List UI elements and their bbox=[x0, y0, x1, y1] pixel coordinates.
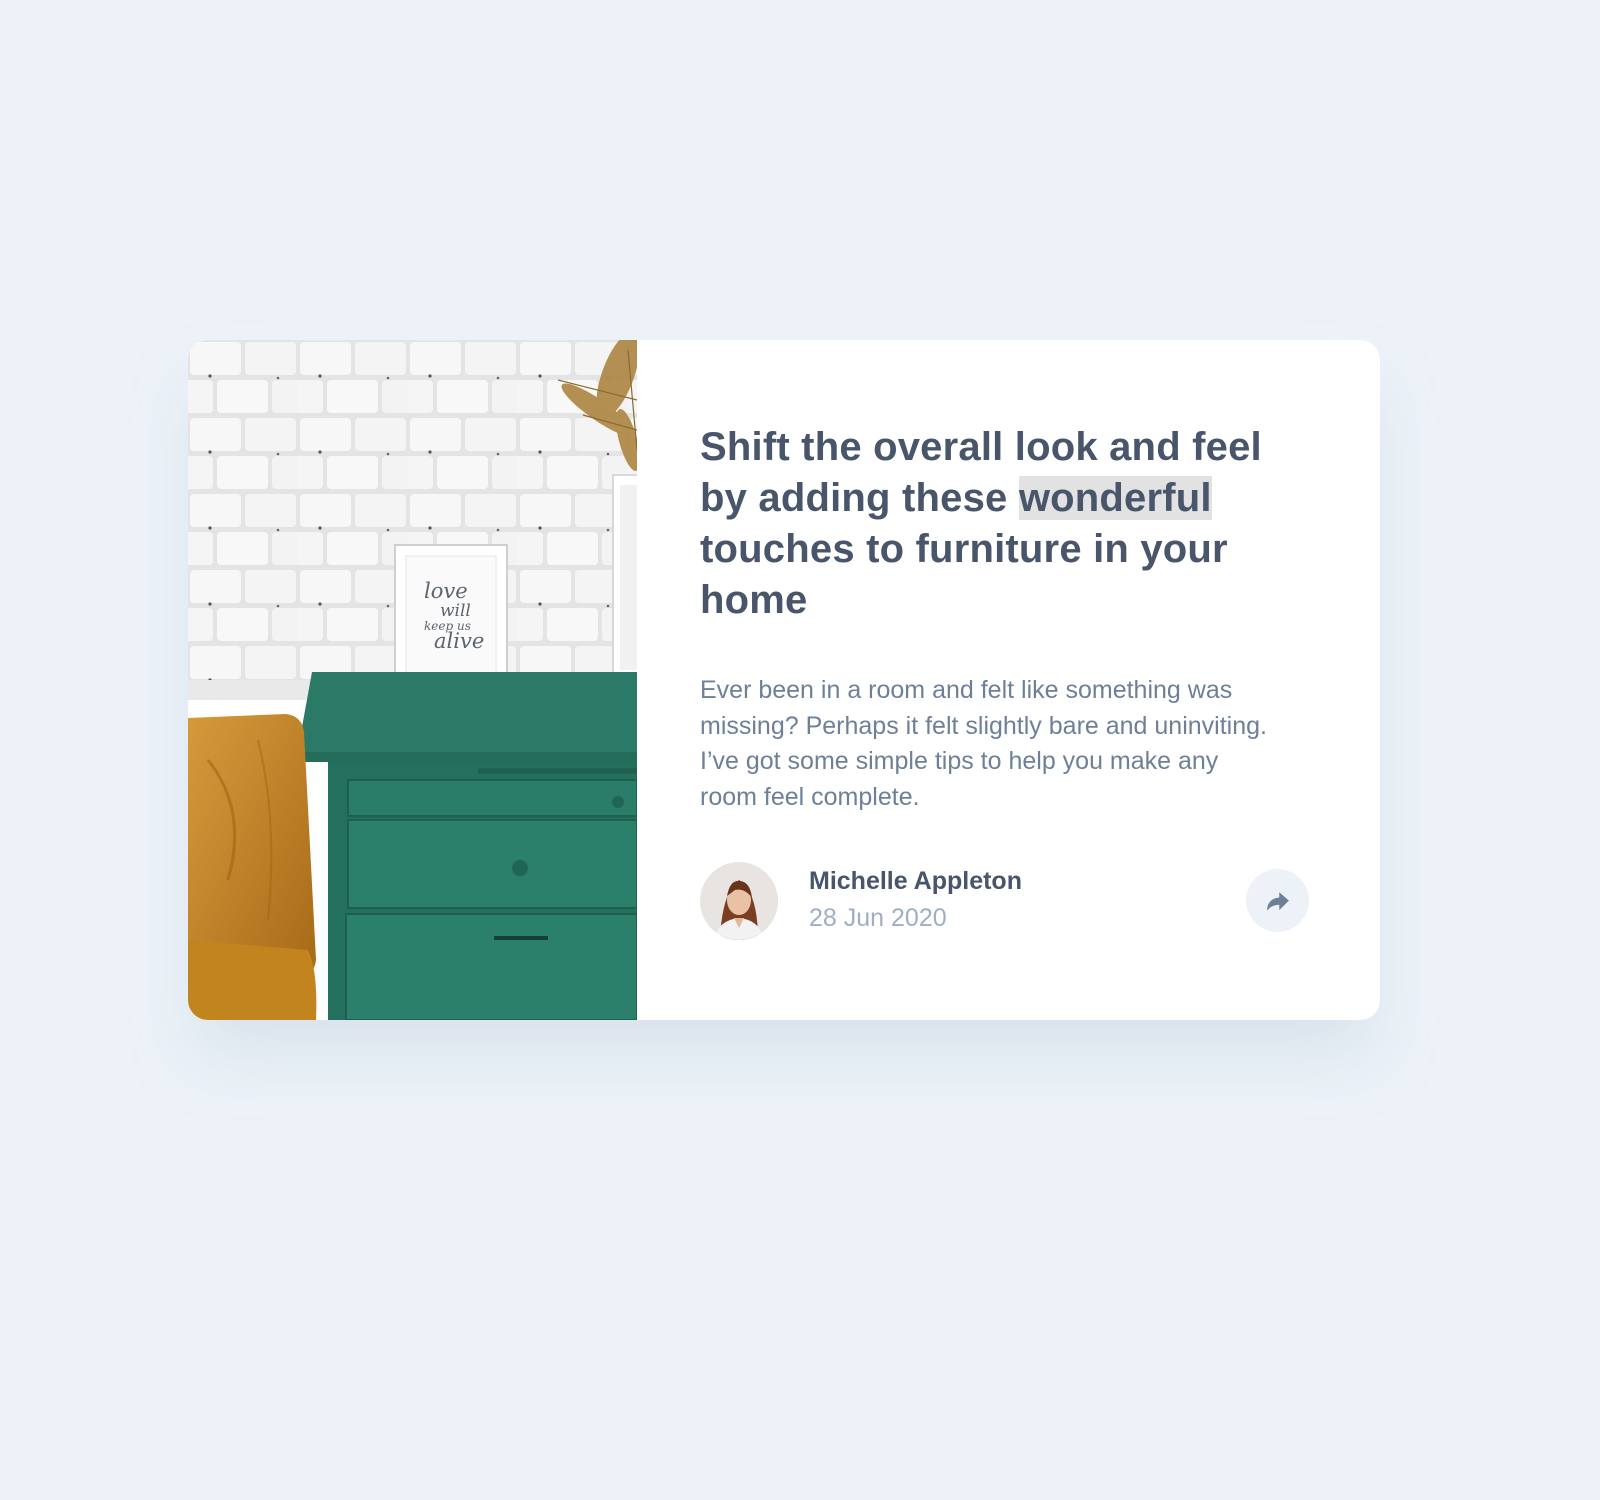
article-title-text-end: touches to furniture in your home bbox=[700, 527, 1228, 622]
article-title[interactable]: Shift the overall look and feel by addin… bbox=[700, 422, 1290, 626]
author-info: Michelle Appleton 28 Jun 2020 bbox=[700, 860, 1310, 940]
author-name: Michelle Appleton bbox=[809, 867, 1022, 895]
article-preview-card: love will keep us alive Shift the overal… bbox=[188, 340, 1380, 1020]
article-excerpt: Ever been in a room and felt like someth… bbox=[700, 676, 1267, 811]
frame-text-love: love bbox=[424, 579, 468, 603]
avatar bbox=[700, 862, 778, 940]
frame-text-will: will bbox=[440, 601, 471, 621]
share-icon bbox=[1266, 891, 1289, 911]
article-image: love will keep us alive bbox=[188, 340, 637, 1020]
publish-date: 28 Jun 2020 bbox=[809, 904, 947, 932]
share-button[interactable] bbox=[1246, 869, 1309, 932]
article-content: Shift the overall look and feel by addin… bbox=[637, 340, 1380, 1020]
article-title-highlight: wonderful bbox=[1018, 476, 1212, 520]
frame-text-alive: alive bbox=[434, 629, 484, 653]
